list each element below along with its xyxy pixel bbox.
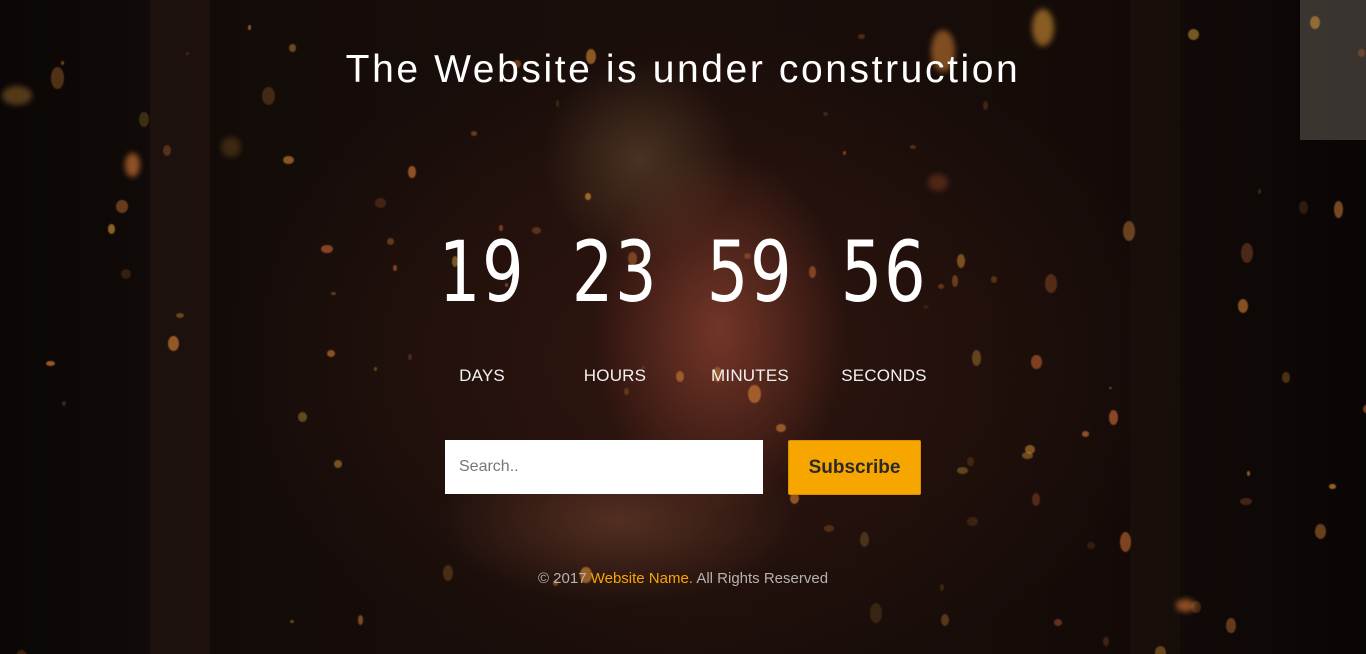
spark bbox=[1226, 618, 1236, 633]
spark bbox=[321, 244, 334, 254]
spark bbox=[139, 111, 150, 128]
copyright-text: © 2017 bbox=[537, 570, 587, 587]
spark bbox=[1086, 542, 1095, 549]
spark bbox=[15, 649, 27, 654]
spark bbox=[282, 155, 294, 164]
spark bbox=[1109, 410, 1118, 425]
spark bbox=[1281, 371, 1291, 383]
page-title: The Website is under construction bbox=[345, 48, 1021, 91]
spark bbox=[1246, 470, 1251, 476]
search-input[interactable] bbox=[445, 440, 763, 494]
spark bbox=[775, 423, 786, 432]
countdown-hours: 23 HOURS bbox=[545, 222, 685, 386]
spark bbox=[167, 335, 179, 352]
spark bbox=[357, 615, 364, 625]
spark bbox=[1103, 637, 1109, 647]
countdown-seconds-label: SECONDS bbox=[841, 366, 927, 385]
countdown-seconds-value: 56 bbox=[840, 223, 928, 321]
website-name-link[interactable]: Website Name. bbox=[591, 570, 693, 587]
spark bbox=[1044, 274, 1058, 293]
spark bbox=[585, 192, 592, 201]
spark bbox=[966, 517, 979, 526]
countdown-minutes: 59 MINUTES bbox=[680, 222, 820, 386]
countdown-hours-label: HOURS bbox=[583, 366, 647, 385]
countdown-minutes-value: 59 bbox=[706, 223, 794, 321]
spark bbox=[1240, 243, 1253, 263]
spark bbox=[842, 151, 846, 155]
spark bbox=[373, 366, 378, 371]
spark bbox=[1257, 189, 1261, 194]
countdown-hours-value: 23 bbox=[571, 223, 659, 321]
countdown-seconds: 56 SECONDS bbox=[814, 222, 954, 386]
spark bbox=[334, 459, 343, 468]
spark bbox=[326, 349, 336, 357]
countdown-timer: 19 DAYS 23 HOURS 59 MINUTES 56 SECONDS bbox=[415, 222, 955, 412]
spark bbox=[408, 165, 416, 179]
spark bbox=[1314, 523, 1327, 539]
spark bbox=[470, 130, 478, 136]
spark bbox=[971, 350, 982, 366]
spark bbox=[46, 360, 55, 366]
spark bbox=[1122, 221, 1135, 241]
countdown-days-value: 19 bbox=[438, 223, 526, 321]
subscribe-button[interactable]: Subscribe bbox=[788, 440, 921, 495]
spark bbox=[1333, 201, 1344, 218]
spark bbox=[116, 200, 128, 213]
spark bbox=[983, 101, 988, 110]
background-beam bbox=[150, 0, 210, 654]
spark bbox=[858, 34, 866, 39]
spark bbox=[1032, 9, 1055, 47]
spark bbox=[387, 238, 395, 246]
countdown-minutes-label: MINUTES bbox=[711, 366, 789, 385]
spark bbox=[1187, 29, 1200, 41]
spark bbox=[247, 25, 252, 30]
countdown-days: 19 DAYS bbox=[412, 222, 552, 386]
spark bbox=[374, 198, 386, 209]
spark bbox=[966, 456, 974, 467]
spark bbox=[957, 467, 968, 474]
spark bbox=[1238, 299, 1249, 314]
spark bbox=[823, 111, 829, 117]
spark bbox=[1154, 646, 1167, 654]
spark bbox=[824, 524, 835, 532]
spark bbox=[61, 401, 66, 407]
spark bbox=[330, 292, 336, 296]
spark bbox=[928, 174, 948, 192]
spark bbox=[870, 603, 883, 624]
spark bbox=[1309, 16, 1320, 30]
footer-copyright: © 2017 Website Name. All Rights Reserved bbox=[0, 570, 1366, 587]
spark bbox=[108, 224, 115, 234]
spark bbox=[1299, 200, 1308, 214]
spark bbox=[1109, 386, 1113, 390]
spark bbox=[124, 153, 141, 177]
spark bbox=[1053, 618, 1063, 626]
spark bbox=[1031, 493, 1040, 507]
spark bbox=[910, 144, 916, 149]
spark bbox=[298, 412, 307, 422]
spark bbox=[941, 614, 950, 627]
spark bbox=[220, 136, 241, 157]
spark bbox=[555, 100, 560, 108]
spark bbox=[1329, 483, 1336, 490]
spark bbox=[956, 253, 965, 269]
spark bbox=[121, 269, 132, 280]
spark bbox=[289, 619, 295, 624]
spark bbox=[1031, 355, 1042, 370]
spark bbox=[859, 531, 870, 548]
countdown-days-label: DAYS bbox=[459, 366, 505, 385]
background-beam bbox=[1130, 0, 1180, 654]
subscribe-form: Subscribe bbox=[445, 440, 925, 496]
spark bbox=[1240, 497, 1252, 506]
spark bbox=[1081, 431, 1089, 437]
spark bbox=[1022, 452, 1033, 459]
spark bbox=[1175, 598, 1196, 612]
rights-text: All Rights Reserved bbox=[696, 570, 829, 587]
spark bbox=[990, 276, 997, 283]
spark bbox=[392, 265, 397, 271]
